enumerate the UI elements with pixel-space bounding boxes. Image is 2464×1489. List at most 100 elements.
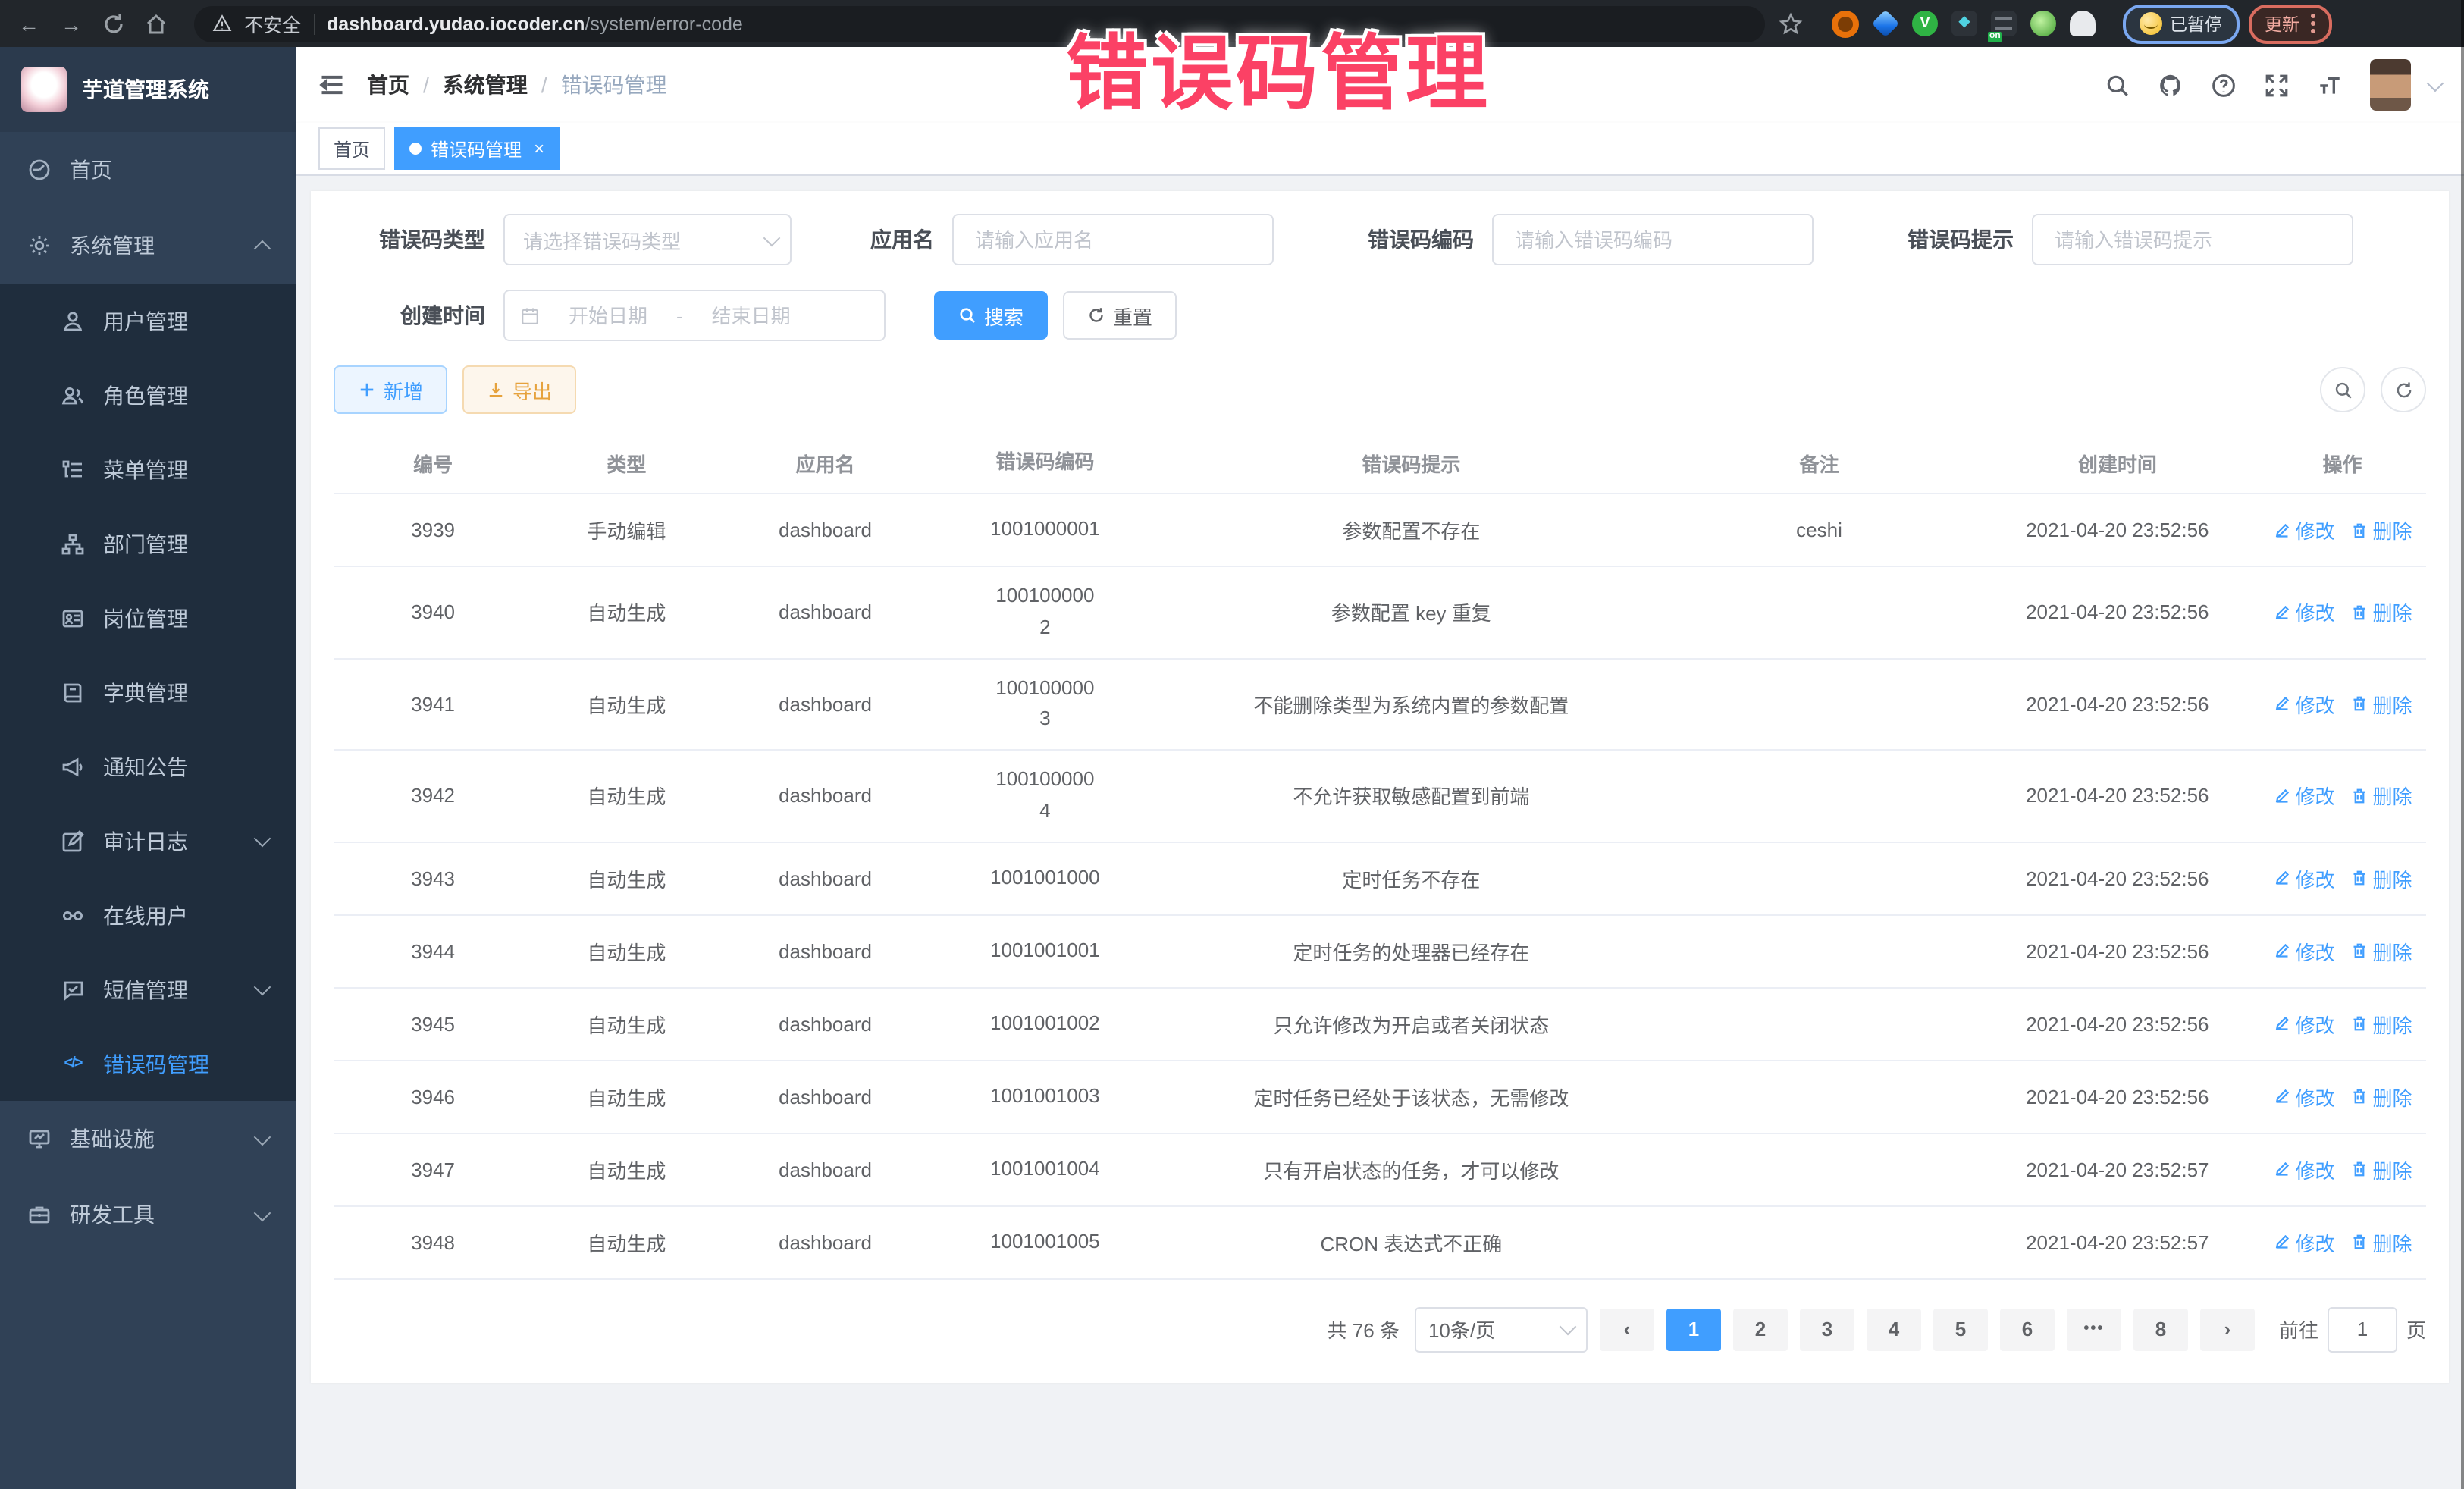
github-icon[interactable]	[2158, 72, 2183, 98]
date-end-input[interactable]	[695, 303, 807, 328]
delete-link[interactable]: 删除	[2350, 1228, 2412, 1257]
browser-menu-icon[interactable]	[2310, 14, 2315, 33]
download-icon	[487, 381, 505, 399]
address-bar[interactable]: 不安全 dashboard.yudao.iocoder.cn/system/er…	[194, 5, 1765, 42]
delete-link[interactable]: 删除	[2350, 1010, 2412, 1039]
extension-icon[interactable]	[1832, 10, 1859, 37]
hamburger-icon[interactable]	[318, 71, 346, 99]
goto-page-input[interactable]	[2328, 1307, 2397, 1353]
sidebar-item-menus[interactable]: 菜单管理	[0, 432, 296, 506]
date-range-picker[interactable]: -	[503, 290, 886, 341]
extension-icon[interactable]: V	[1912, 11, 1938, 36]
sidebar-item-error-codes[interactable]: </> 错误码管理	[0, 1027, 296, 1101]
page-button-6[interactable]: 6	[2000, 1309, 2055, 1351]
error-type-select[interactable]: 请选择错误码类型	[503, 214, 792, 265]
sidebar-item-posts[interactable]: 岗位管理	[0, 581, 296, 655]
error-code-input[interactable]	[1512, 227, 1794, 252]
app-logo[interactable]: 芋道管理系统	[0, 47, 296, 132]
font-size-icon[interactable]	[2317, 72, 2343, 98]
error-message-input[interactable]	[2052, 227, 2334, 252]
refresh-table-button[interactable]	[2381, 367, 2426, 412]
extension-icon[interactable]: on	[1991, 11, 2017, 36]
delete-link[interactable]: 删除	[2350, 1083, 2412, 1111]
sidebar-item-audit-log[interactable]: 审计日志	[0, 804, 296, 878]
sidebar-item-notices[interactable]: 通知公告	[0, 729, 296, 804]
breadcrumb-home[interactable]: 首页	[367, 70, 409, 100]
page-button-5[interactable]: 5	[1933, 1309, 1988, 1351]
sidebar-item-departments[interactable]: 部门管理	[0, 506, 296, 581]
page-button-8[interactable]: 8	[2133, 1309, 2188, 1351]
toggle-search-button[interactable]	[2320, 367, 2365, 412]
reload-icon[interactable]	[97, 7, 130, 40]
profile-avatar-icon	[2140, 12, 2162, 35]
refresh-icon	[1087, 306, 1105, 324]
delete-link[interactable]: 删除	[2350, 782, 2412, 810]
search-button[interactable]: 搜索	[934, 291, 1048, 340]
help-icon[interactable]	[2211, 72, 2237, 98]
delete-link[interactable]: 删除	[2350, 598, 2412, 627]
edit-link[interactable]: 修改	[2272, 598, 2334, 627]
edit-link[interactable]: 修改	[2272, 1010, 2334, 1039]
dashboard-icon	[27, 158, 52, 182]
delete-link[interactable]: 删除	[2350, 516, 2412, 544]
sidebar-item-roles[interactable]: 角色管理	[0, 358, 296, 432]
date-start-input[interactable]	[552, 303, 664, 328]
sidebar-item-sms[interactable]: 短信管理	[0, 952, 296, 1027]
edit-link[interactable]: 修改	[2272, 690, 2334, 719]
refresh-icon	[2393, 380, 2413, 400]
table-toolbar: 新增 导出	[334, 365, 2426, 414]
browser-profile-chip[interactable]: 已暂停	[2123, 4, 2239, 43]
search-icon[interactable]	[2105, 72, 2130, 98]
reset-button[interactable]: 重置	[1063, 291, 1177, 340]
next-page-button[interactable]: ›	[2200, 1309, 2255, 1351]
home-icon[interactable]	[140, 7, 173, 40]
chevron-down-icon[interactable]	[2427, 74, 2444, 92]
edit-link[interactable]: 修改	[2272, 782, 2334, 810]
sidebar-item-users[interactable]: 用户管理	[0, 284, 296, 358]
sidebar-item-dictionary[interactable]: 字典管理	[0, 655, 296, 729]
tag-error-codes[interactable]: 错误码管理 ×	[394, 127, 560, 170]
edit-link[interactable]: 修改	[2272, 1155, 2334, 1184]
edit-link[interactable]: 修改	[2272, 1228, 2334, 1257]
page-ellipsis[interactable]: •••	[2067, 1309, 2121, 1351]
delete-link[interactable]: 删除	[2350, 690, 2412, 719]
sidebar-item-online-users[interactable]: 在线用户	[0, 878, 296, 952]
edit-link[interactable]: 修改	[2272, 1083, 2334, 1111]
forward-icon[interactable]: →	[55, 7, 88, 40]
page-button-3[interactable]: 3	[1800, 1309, 1854, 1351]
prev-page-button[interactable]: ‹	[1600, 1309, 1654, 1351]
trash-icon	[2350, 695, 2368, 713]
sidebar-item-home[interactable]: 首页	[0, 132, 296, 208]
bookmark-star-icon[interactable]	[1774, 7, 1807, 40]
breadcrumb-system[interactable]: 系统管理	[443, 70, 528, 100]
sidebar-item-dev-tools[interactable]: 研发工具	[0, 1177, 296, 1252]
edit-icon	[2272, 521, 2290, 539]
page-button-2[interactable]: 2	[1733, 1309, 1788, 1351]
extension-icon[interactable]	[2070, 11, 2096, 36]
export-button[interactable]: 导出	[462, 365, 576, 414]
edit-link[interactable]: 修改	[2272, 516, 2334, 544]
navbar-actions	[2105, 59, 2441, 111]
add-button[interactable]: 新增	[334, 365, 447, 414]
page-button-1[interactable]: 1	[1666, 1309, 1721, 1351]
browser-update-button[interactable]: 更新	[2248, 4, 2331, 43]
user-avatar[interactable]	[2370, 59, 2411, 111]
extension-icon[interactable]	[1872, 10, 1900, 38]
edit-link[interactable]: 修改	[2272, 864, 2334, 893]
delete-link[interactable]: 删除	[2350, 864, 2412, 893]
delete-link[interactable]: 删除	[2350, 937, 2412, 966]
extension-icon[interactable]: ◆	[1951, 11, 1977, 36]
app-name-input[interactable]	[972, 227, 1254, 252]
page-button-4[interactable]: 4	[1867, 1309, 1921, 1351]
edit-link[interactable]: 修改	[2272, 937, 2334, 966]
sidebar-item-system[interactable]: 系统管理	[0, 208, 296, 284]
fullscreen-icon[interactable]	[2264, 72, 2290, 98]
delete-link[interactable]: 删除	[2350, 1155, 2412, 1184]
edit-icon	[2272, 1088, 2290, 1106]
extension-icon[interactable]	[2030, 11, 2056, 36]
page-size-select[interactable]: 10条/页	[1415, 1307, 1588, 1353]
close-icon[interactable]: ×	[534, 139, 544, 158]
back-icon[interactable]: ←	[12, 7, 45, 40]
tag-home[interactable]: 首页	[318, 127, 385, 170]
sidebar-item-infrastructure[interactable]: 基础设施	[0, 1101, 296, 1177]
